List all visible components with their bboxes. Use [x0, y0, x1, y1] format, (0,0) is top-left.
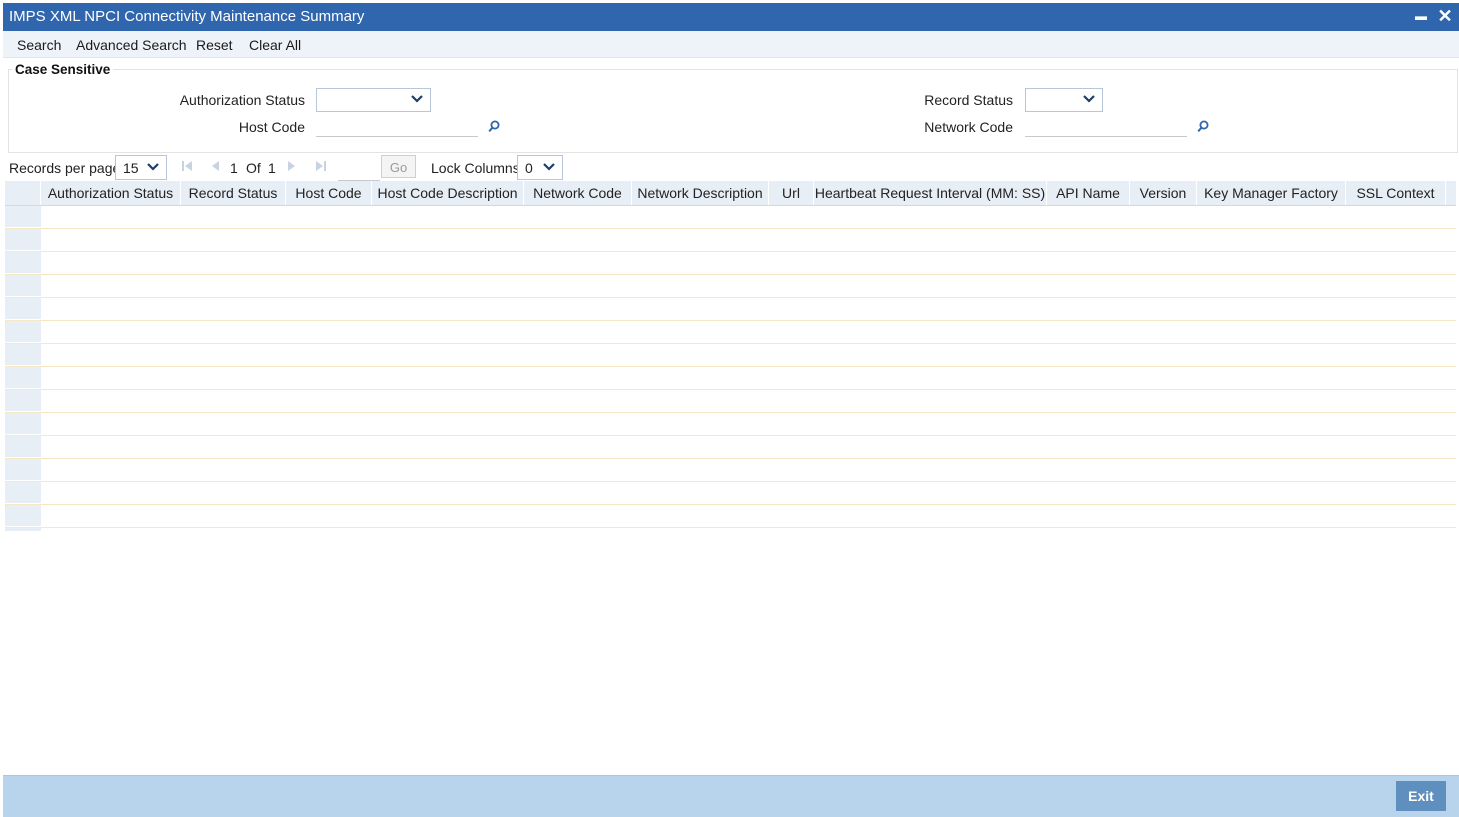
menu-bar: Search Advanced Search Reset Clear All	[3, 31, 1459, 58]
record-status-label: Record Status	[924, 92, 1013, 108]
records-per-page-select[interactable]: 15	[115, 155, 167, 180]
table-row[interactable]	[5, 528, 1456, 531]
column-header[interactable]: Network Description	[632, 181, 769, 205]
table-row[interactable]	[5, 229, 1456, 252]
search-icon[interactable]	[1197, 120, 1209, 133]
record-status-select[interactable]	[1025, 88, 1103, 112]
row-select-cell[interactable]	[5, 275, 41, 297]
row-select-cell[interactable]	[5, 390, 41, 412]
column-header[interactable]: Key Manager Factory	[1197, 181, 1346, 205]
current-page: 1	[230, 160, 238, 176]
column-header-overflow[interactable]	[1446, 181, 1456, 205]
chevron-down-icon	[1083, 95, 1095, 103]
row-select-cell[interactable]	[5, 436, 41, 458]
row-select-header[interactable]	[5, 181, 41, 205]
table-row[interactable]	[5, 344, 1456, 367]
table-row[interactable]	[5, 505, 1456, 528]
column-header[interactable]: Version	[1130, 181, 1197, 205]
records-per-page-value: 15	[123, 160, 139, 176]
column-header[interactable]: Url	[769, 181, 814, 205]
row-select-cell[interactable]	[5, 505, 41, 527]
table-row[interactable]	[5, 298, 1456, 321]
close-icon[interactable]: ✕	[1435, 6, 1455, 26]
pagination-bar: Records per page 15 1 Of 1 Lock Columns …	[3, 154, 1459, 180]
row-select-cell[interactable]	[5, 229, 41, 251]
column-header[interactable]: Heartbeat Request Interval (MM: SS)	[814, 181, 1047, 205]
column-header[interactable]: API Name	[1047, 181, 1130, 205]
row-select-cell[interactable]	[5, 367, 41, 389]
row-select-cell[interactable]	[5, 252, 41, 274]
column-header[interactable]: Host Code	[286, 181, 372, 205]
lock-columns-label: Lock Columns	[431, 160, 520, 176]
row-select-cell[interactable]	[5, 321, 41, 343]
column-header[interactable]: SSL Context	[1346, 181, 1446, 205]
network-code-input[interactable]	[1025, 115, 1187, 137]
last-page-icon[interactable]	[315, 160, 327, 172]
go-button[interactable]: Go	[381, 155, 416, 178]
clear-all-menu-item[interactable]: Clear All	[249, 37, 301, 53]
table-row[interactable]	[5, 321, 1456, 344]
footer-bar: Exit	[3, 775, 1459, 817]
table-row[interactable]	[5, 367, 1456, 390]
chevron-down-icon	[543, 163, 555, 171]
authorization-status-select[interactable]	[316, 88, 431, 112]
row-select-cell[interactable]	[5, 459, 41, 481]
row-select-cell[interactable]	[5, 528, 41, 531]
row-select-cell[interactable]	[5, 413, 41, 435]
table-row[interactable]	[5, 459, 1456, 482]
previous-page-icon[interactable]	[210, 160, 220, 172]
total-pages: 1	[268, 160, 276, 176]
advanced-search-menu-item[interactable]: Advanced Search	[76, 37, 187, 53]
summary-window: IMPS XML NPCI Connectivity Maintenance S…	[3, 3, 1459, 817]
table-row[interactable]	[5, 252, 1456, 275]
minimize-icon[interactable]: ▬	[1411, 6, 1431, 26]
of-label: Of	[246, 160, 261, 176]
authorization-status-label: Authorization Status	[179, 92, 305, 108]
chevron-down-icon	[411, 95, 423, 103]
search-criteria-panel	[8, 69, 1458, 153]
next-page-icon[interactable]	[287, 160, 297, 172]
window-title: IMPS XML NPCI Connectivity Maintenance S…	[9, 8, 365, 25]
column-header[interactable]: Host Code Description	[372, 181, 524, 205]
table-row[interactable]	[5, 390, 1456, 413]
column-header[interactable]: Record Status	[181, 181, 286, 205]
results-grid: Authorization Status Record Status Host …	[5, 181, 1456, 531]
row-select-cell[interactable]	[5, 482, 41, 504]
grid-header: Authorization Status Record Status Host …	[5, 181, 1456, 206]
exit-button[interactable]: Exit	[1396, 781, 1446, 811]
row-select-cell[interactable]	[5, 206, 41, 228]
table-row[interactable]	[5, 275, 1456, 298]
row-select-cell[interactable]	[5, 298, 41, 320]
first-page-icon[interactable]	[181, 160, 193, 172]
page-number-input[interactable]	[338, 156, 380, 181]
lock-columns-value: 0	[525, 160, 533, 176]
row-select-cell[interactable]	[5, 344, 41, 366]
host-code-label: Host Code	[238, 119, 305, 135]
search-icon[interactable]	[488, 120, 500, 133]
table-row[interactable]	[5, 436, 1456, 459]
column-header[interactable]: Authorization Status	[41, 181, 181, 205]
table-row[interactable]	[5, 482, 1456, 505]
table-row[interactable]	[5, 413, 1456, 436]
reset-menu-item[interactable]: Reset	[196, 37, 233, 53]
lock-columns-select[interactable]: 0	[517, 155, 563, 180]
host-code-input[interactable]	[316, 115, 478, 137]
column-header[interactable]: Network Code	[524, 181, 632, 205]
records-per-page-label: Records per page	[9, 160, 121, 176]
table-row[interactable]	[5, 206, 1456, 229]
case-sensitive-label: Case Sensitive	[12, 62, 114, 77]
chevron-down-icon	[147, 163, 159, 171]
network-code-label: Network Code	[924, 119, 1013, 135]
title-bar: IMPS XML NPCI Connectivity Maintenance S…	[3, 3, 1459, 31]
search-menu-item[interactable]: Search	[17, 37, 61, 53]
